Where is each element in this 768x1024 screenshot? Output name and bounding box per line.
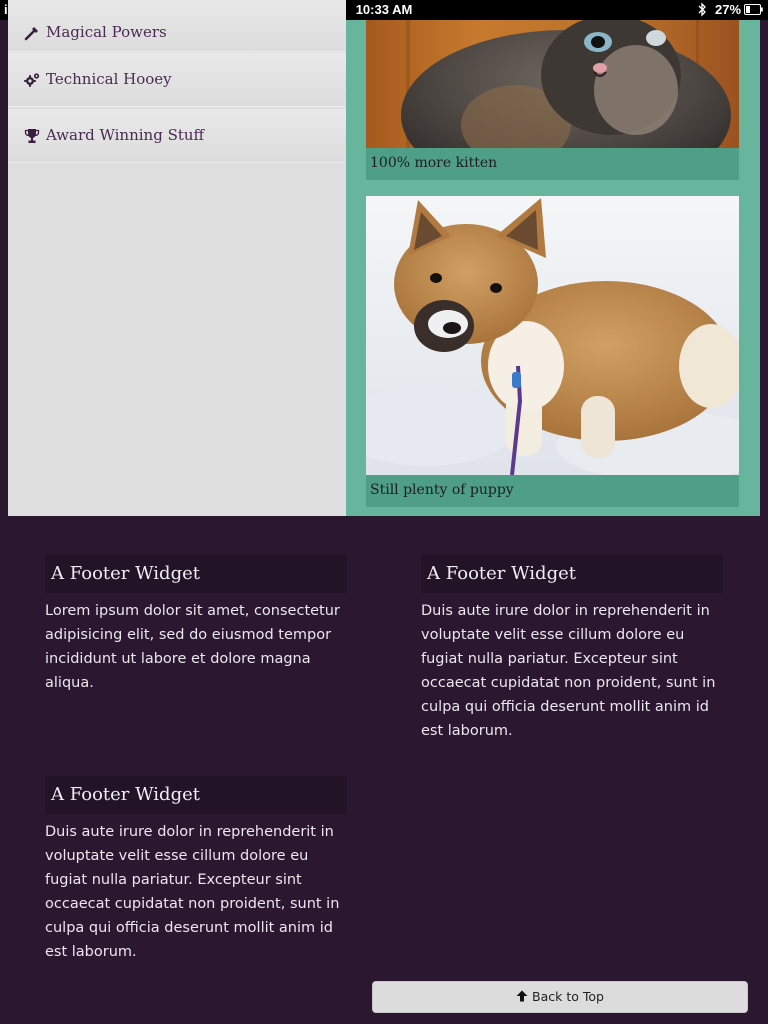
trophy-icon	[24, 129, 40, 143]
photo-card-puppy[interactable]: Still plenty of puppy	[366, 196, 739, 507]
widget-body: Lorem ipsum dolor sit amet, consectetur …	[45, 603, 340, 691]
footer-widget: A Footer Widget Duis aute irure dolor in…	[421, 555, 723, 750]
puppy-photo	[366, 196, 739, 475]
kitten-photo	[366, 20, 739, 148]
sidebar-nav: Magical Powers Technical Hooey Award Win…	[8, 0, 346, 516]
footer: A Footer Widget Lorem ipsum dolor sit am…	[8, 516, 768, 1024]
widget-body: Duis aute irure dolor in reprehenderit i…	[421, 603, 716, 739]
photo-caption: 100% more kitten	[366, 148, 739, 180]
sidebar-item-label: Award Winning Stuff	[46, 126, 205, 144]
gears-icon	[24, 73, 40, 87]
left-frame-strip	[0, 20, 8, 1024]
photo-gallery: 100% more kitten Still plenty of puppy	[346, 20, 760, 516]
back-to-top-button[interactable]: Back to Top	[372, 981, 748, 1013]
footer-widget: A Footer Widget Lorem ipsum dolor sit am…	[45, 555, 347, 705]
bluetooth-icon	[698, 2, 706, 17]
sidebar-item-label: Magical Powers	[46, 23, 167, 41]
sidebar-item-magical-powers[interactable]: Magical Powers	[8, 0, 346, 52]
right-frame-strip	[760, 20, 768, 516]
widget-title: A Footer Widget	[421, 555, 723, 593]
battery-icon	[744, 4, 763, 15]
photo-card-kitten[interactable]: 100% more kitten	[366, 20, 739, 180]
widget-title: A Footer Widget	[45, 555, 347, 593]
footer-widget: A Footer Widget Duis aute irure dolor in…	[45, 776, 347, 971]
widget-body: Duis aute irure dolor in reprehenderit i…	[45, 824, 340, 960]
arrow-up-icon	[516, 990, 528, 1002]
widget-title: A Footer Widget	[45, 776, 347, 814]
sidebar-item-award-winning-stuff[interactable]: Award Winning Stuff	[8, 109, 346, 163]
screen: iPad 10:33 AM 27% Magical Powers	[0, 0, 768, 1024]
sidebar-item-label: Technical Hooey	[46, 70, 172, 88]
photo-caption: Still plenty of puppy	[366, 475, 739, 507]
back-to-top-label: Back to Top	[532, 989, 604, 1004]
battery-percentage: 27%	[715, 2, 742, 17]
sidebar-item-technical-hooey[interactable]: Technical Hooey	[8, 53, 346, 107]
wand-icon	[24, 27, 38, 41]
